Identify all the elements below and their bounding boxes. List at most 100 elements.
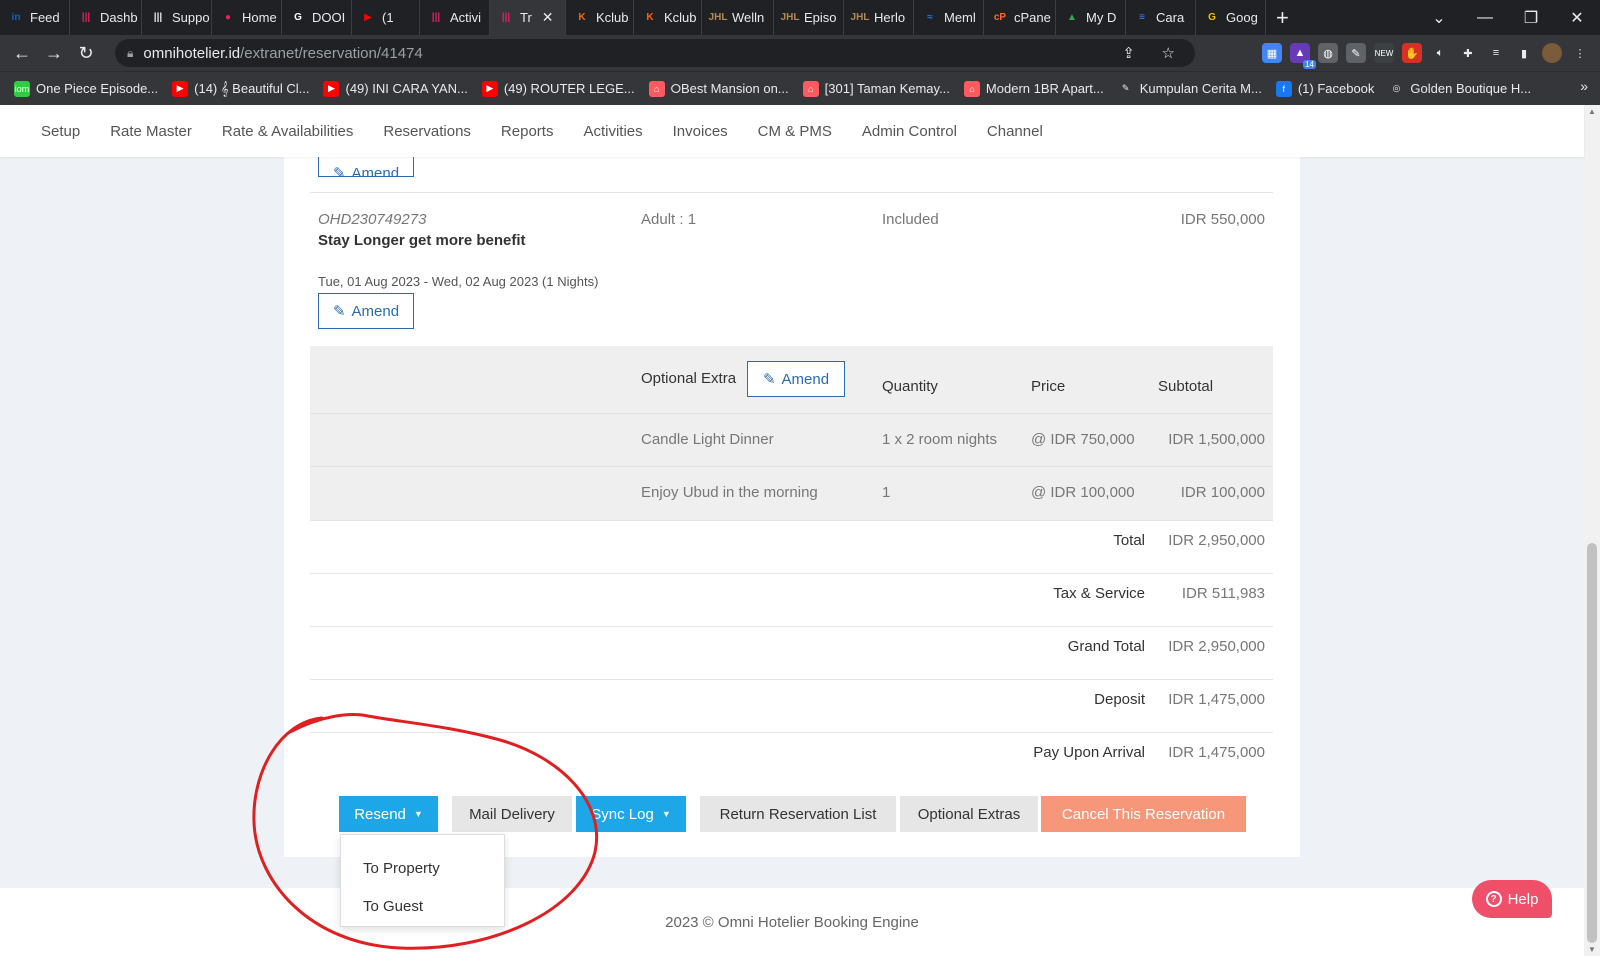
globe-extension-icon[interactable]: ◍ xyxy=(1318,43,1338,63)
browser-tab[interactable]: K Kclub xyxy=(634,0,702,35)
close-tab-icon[interactable]: ✕ xyxy=(542,9,554,26)
lock-icon[interactable]: 🔒︎ xyxy=(127,46,133,61)
bookmark-item[interactable]: ▶ (14) 𝄞 Beautiful Cl... xyxy=(172,80,309,97)
bookmark-item[interactable]: iom One Piece Episode... xyxy=(14,80,159,97)
nav-item-rate-availabilities[interactable]: Rate & Availabilities xyxy=(207,123,368,140)
profile-avatar[interactable] xyxy=(1542,43,1562,63)
mail-delivery-button[interactable]: Mail Delivery xyxy=(452,796,572,832)
browser-tab[interactable]: ● Home xyxy=(212,0,282,35)
menu-item-to-guest[interactable]: To Guest xyxy=(363,898,423,915)
stop-extension-icon[interactable]: ✋ xyxy=(1402,43,1422,63)
puzzle-extensions-icon[interactable]: ✚ xyxy=(1458,43,1478,63)
bookmark-favicon-icon: ⌂ xyxy=(648,80,665,97)
bookmark-item[interactable]: ◎ Golden Boutique H... xyxy=(1388,81,1531,97)
bookmark-item[interactable]: ⌂ Modern 1BR Apart... xyxy=(963,80,1104,97)
pen-extension-icon[interactable]: ✎ xyxy=(1346,43,1366,63)
browser-tab[interactable]: ||| Dashb xyxy=(70,0,142,35)
browser-tab[interactable]: ||| Activi xyxy=(420,0,490,35)
restore-button[interactable]: ❐ xyxy=(1508,8,1554,28)
browser-tab[interactable]: G DOOI xyxy=(282,0,352,35)
media-control-icon[interactable]: ≡ xyxy=(1486,43,1506,63)
nav-item-invoices[interactable]: Invoices xyxy=(658,123,743,140)
scroll-thumb[interactable] xyxy=(1587,543,1597,943)
bookmark-item[interactable]: ▶ (49) INI CARA YAN... xyxy=(323,80,468,97)
amend-extras-button[interactable]: ✎ Amend xyxy=(747,361,845,397)
browser-tab[interactable]: ||| Suppo xyxy=(142,0,212,35)
stay-dates: Tue, 01 Aug 2023 - Wed, 02 Aug 2023 (1 N… xyxy=(318,274,599,289)
browser-tab[interactable]: ▲ My D xyxy=(1056,0,1126,35)
cancel-reservation-button[interactable]: Cancel This Reservation xyxy=(1041,796,1246,832)
return-reservation-list-button[interactable]: Return Reservation List xyxy=(700,796,896,832)
browser-tab[interactable]: ≈ Meml xyxy=(914,0,984,35)
calendar-extension-icon[interactable]: ▦ xyxy=(1262,43,1282,63)
nav-item-channel[interactable]: Channel xyxy=(972,123,1058,140)
tab-label: Suppo xyxy=(172,10,210,25)
amend-room-button[interactable]: ✎ Amend xyxy=(318,293,414,329)
extension-badge-icon[interactable]: ▲ 14 xyxy=(1290,43,1316,69)
col-price: Price xyxy=(1031,378,1066,395)
pencil-icon: ✎ xyxy=(332,165,346,177)
tab-favicon-icon: ||| xyxy=(81,12,91,23)
optional-extra-header: Optional Extra xyxy=(641,370,737,387)
new-tab-button[interactable]: + xyxy=(1266,5,1299,31)
scroll-down-arrow-icon[interactable]: ▼ xyxy=(1588,945,1596,954)
browser-tab[interactable]: JHL Episo xyxy=(774,0,844,35)
tab-label: Goog xyxy=(1226,10,1258,25)
browser-menu-icon[interactable]: ⋮ xyxy=(1570,43,1590,63)
bookmark-star-icon[interactable]: ☆ xyxy=(1162,44,1175,62)
reload-icon[interactable]: ↻ xyxy=(70,43,102,64)
browser-tab[interactable]: JHL Herlo xyxy=(844,0,914,35)
nav-item-admin-control[interactable]: Admin Control xyxy=(847,123,972,140)
resend-button[interactable]: Resend ▼ xyxy=(339,796,438,832)
optional-extras-button[interactable]: Optional Extras xyxy=(900,796,1038,832)
bookmark-label: One Piece Episode... xyxy=(36,81,159,96)
back-icon[interactable]: ← xyxy=(6,43,38,64)
speaker-icon[interactable]: 🔈︎ xyxy=(1430,43,1450,63)
page-scrollbar[interactable]: ▲ ▼ xyxy=(1584,105,1600,956)
share-icon[interactable]: ⇪ xyxy=(1122,44,1135,62)
menu-item-to-property[interactable]: To Property xyxy=(363,860,440,877)
tab-search-icon[interactable]: ⌄ xyxy=(1416,8,1462,28)
nav-item-activities[interactable]: Activities xyxy=(568,123,657,140)
browser-tab[interactable]: ▶ (1 xyxy=(352,0,420,35)
tab-favicon-icon: ||| xyxy=(431,12,441,23)
more-bookmarks-icon[interactable]: » xyxy=(1580,78,1588,94)
caret-down-icon: ▼ xyxy=(661,809,671,819)
bookmark-favicon-icon: ⌂ xyxy=(802,80,819,97)
browser-tab[interactable]: JHL Welln xyxy=(702,0,774,35)
bookmark-item[interactable]: ✎ Kumpulan Cerita M... xyxy=(1118,81,1262,97)
bookmark-label: (49) INI CARA YAN... xyxy=(345,81,468,96)
address-bar: ← → ↻ 🔒︎ omnihotelier.id/extranet/reserv… xyxy=(0,35,1600,71)
browser-tab[interactable]: ||| Tr ✕ xyxy=(490,0,566,35)
scroll-up-arrow-icon[interactable]: ▲ xyxy=(1588,107,1596,116)
bookmark-label: (1) Facebook xyxy=(1297,81,1375,96)
url-field[interactable]: 🔒︎ omnihotelier.id/extranet/reservation/… xyxy=(115,39,1195,67)
browser-tab[interactable]: in Feed xyxy=(0,0,70,35)
browser-tab[interactable]: K Kclub xyxy=(566,0,634,35)
close-window-button[interactable]: ✕ xyxy=(1554,8,1600,28)
col-quantity: Quantity xyxy=(882,378,938,395)
help-button[interactable]: ? Help xyxy=(1472,880,1552,918)
room-amount: IDR 550,000 xyxy=(1180,211,1265,228)
browser-tab[interactable]: cP cPane xyxy=(984,0,1056,35)
nav-item-reports[interactable]: Reports xyxy=(486,123,569,140)
browser-tab[interactable]: ≡ Cara xyxy=(1126,0,1196,35)
nav-item-cm-pms[interactable]: CM & PMS xyxy=(743,123,847,140)
tab-favicon-icon: K xyxy=(646,12,654,23)
bookmark-item[interactable]: ⌂ ⭘Best Mansion on... xyxy=(648,80,789,97)
sync-log-button[interactable]: Sync Log ▼ xyxy=(576,796,686,832)
new-extension-icon[interactable]: NEW xyxy=(1374,43,1394,63)
nav-item-rate-master[interactable]: Rate Master xyxy=(95,123,207,140)
forward-icon[interactable]: → xyxy=(38,43,70,64)
minimize-button[interactable]: — xyxy=(1462,9,1508,27)
tab-favicon-icon: JHL xyxy=(780,12,800,23)
browser-tab[interactable]: G Goog xyxy=(1196,0,1266,35)
nav-item-reservations[interactable]: Reservations xyxy=(368,123,486,140)
side-panel-icon[interactable]: ▮ xyxy=(1514,43,1534,63)
tab-favicon-icon: ▲ xyxy=(1067,12,1077,23)
bookmark-item[interactable]: ⌂ [301] Taman Kemay... xyxy=(802,80,950,97)
bookmark-item[interactable]: ▶ (49) ROUTER LEGE... xyxy=(481,80,635,97)
nav-item-setup[interactable]: Setup xyxy=(26,123,95,140)
tab-label: Welln xyxy=(732,10,765,25)
bookmark-item[interactable]: f (1) Facebook xyxy=(1275,80,1375,97)
